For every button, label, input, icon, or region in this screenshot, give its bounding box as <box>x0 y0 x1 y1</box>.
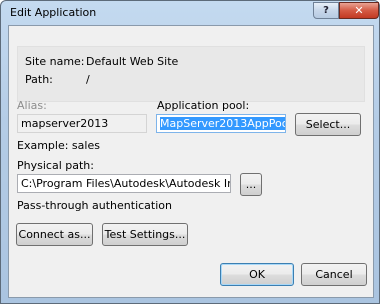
path-label: Path: <box>25 73 53 86</box>
path-value: / <box>86 73 90 86</box>
alias-label: Alias: <box>17 99 47 112</box>
alias-field[interactable]: mapserver2013 <box>17 114 147 133</box>
physical-path-value: C:\Program Files\Autodesk\Autodesk Infra… <box>21 177 230 190</box>
pass-through-auth-label: Pass-through authentication <box>17 199 172 212</box>
browse-path-button[interactable]: ... <box>240 173 262 196</box>
close-button[interactable]: ✕ <box>339 2 379 19</box>
application-pool-label: Application pool: <box>157 99 250 112</box>
edit-application-dialog: Edit Application ? ✕ Site name: Default … <box>0 0 380 304</box>
test-settings-button[interactable]: Test Settings... <box>102 223 188 246</box>
application-pool-value: MapServer2013AppPool <box>160 117 285 130</box>
site-info-panel: Site name: Default Web Site Path: / <box>17 46 365 102</box>
connect-as-button[interactable]: Connect as... <box>16 223 93 246</box>
site-name-label: Site name: <box>25 55 85 68</box>
select-button[interactable]: Select... <box>295 113 361 136</box>
application-pool-field[interactable]: MapServer2013AppPool <box>156 114 286 133</box>
alias-field-value: mapserver2013 <box>21 117 109 130</box>
dialog-body: Site name: Default Web Site Path: / Alia… <box>8 25 374 298</box>
dialog-title: Edit Application <box>10 6 97 19</box>
site-name-value: Default Web Site <box>86 55 179 68</box>
help-button[interactable]: ? <box>313 2 339 19</box>
ok-button[interactable]: OK <box>220 263 294 286</box>
cancel-button[interactable]: Cancel <box>301 263 367 286</box>
physical-path-label: Physical path: <box>17 159 94 172</box>
physical-path-field[interactable]: C:\Program Files\Autodesk\Autodesk Infra… <box>17 174 231 193</box>
alias-example-text: Example: sales <box>17 139 100 152</box>
